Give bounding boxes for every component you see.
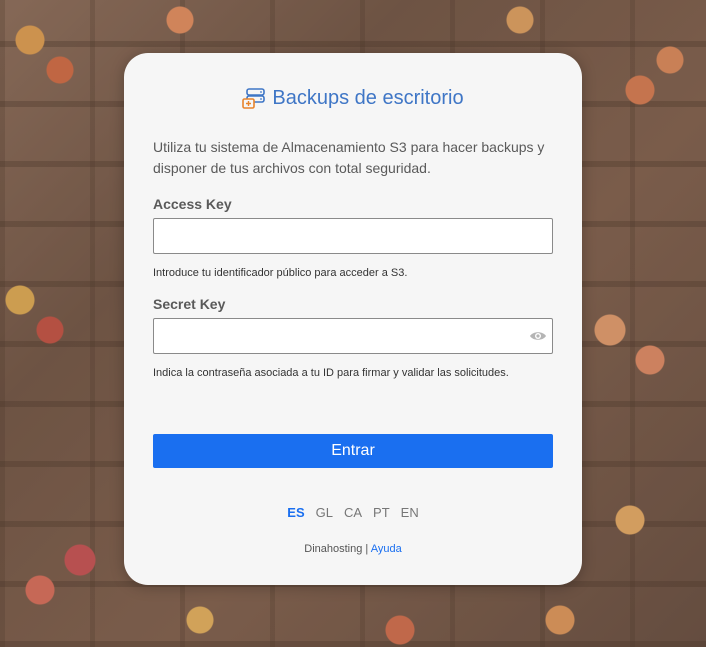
lang-es[interactable]: ES bbox=[287, 505, 304, 520]
brand-header: Backups de escritorio bbox=[124, 87, 582, 110]
footer: Dinahosting | Ayuda bbox=[124, 543, 582, 555]
secret-key-label: Secret Key bbox=[153, 296, 226, 312]
secret-key-input[interactable] bbox=[153, 318, 553, 354]
lang-ca[interactable]: CA bbox=[344, 505, 362, 520]
access-key-label: Access Key bbox=[153, 196, 232, 212]
app-title: Backups de escritorio bbox=[272, 87, 464, 109]
lang-en[interactable]: EN bbox=[401, 505, 419, 520]
company-name: Dinahosting bbox=[304, 543, 363, 555]
eye-icon[interactable] bbox=[529, 328, 547, 344]
help-link[interactable]: Ayuda bbox=[371, 543, 402, 555]
access-key-input[interactable] bbox=[153, 218, 553, 254]
lang-pt[interactable]: PT bbox=[373, 505, 390, 520]
login-button[interactable]: Entrar bbox=[153, 434, 553, 468]
login-card: Backups de escritorio Utiliza tu sistema… bbox=[124, 53, 582, 585]
footer-separator: | bbox=[365, 543, 369, 555]
intro-text: Utiliza tu sistema de Almacenamiento S3 … bbox=[153, 139, 545, 176]
secret-key-help: Indica la contraseña asociada a tu ID pa… bbox=[153, 367, 509, 379]
language-selector: ES GL CA PT EN bbox=[124, 505, 582, 520]
server-backup-icon bbox=[242, 87, 266, 110]
access-key-help: Introduce tu identificador público para … bbox=[153, 267, 408, 279]
lang-gl[interactable]: GL bbox=[316, 505, 333, 520]
